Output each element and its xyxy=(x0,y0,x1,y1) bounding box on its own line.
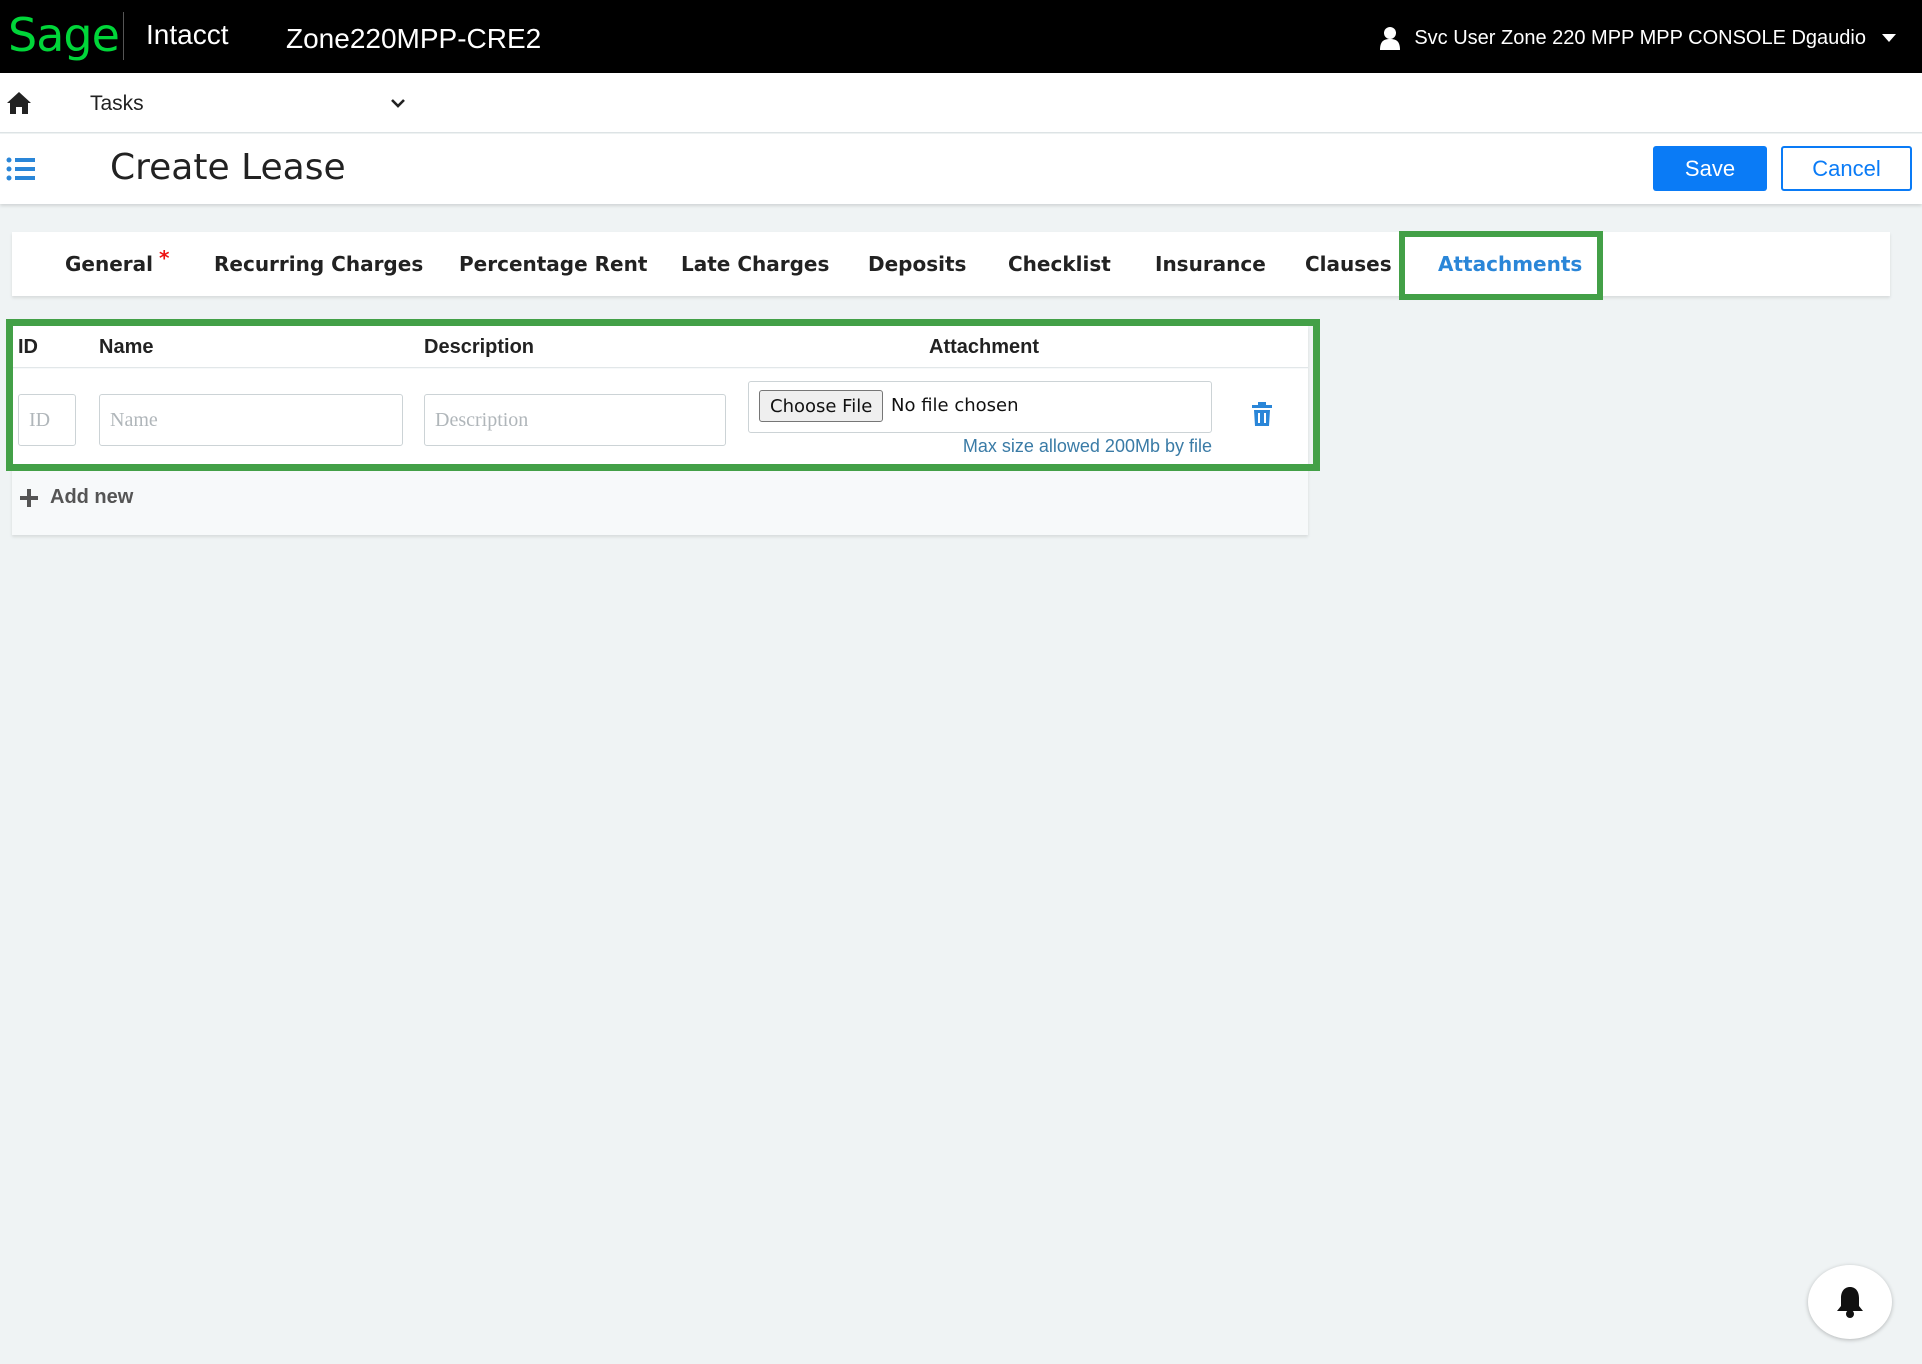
id-input[interactable] xyxy=(18,394,76,446)
logo-divider xyxy=(123,12,124,60)
home-icon[interactable] xyxy=(6,91,32,115)
user-icon xyxy=(1380,27,1401,50)
company-name[interactable]: Zone220MPP-CRE2 xyxy=(286,22,541,56)
attachments-panel: ID Name Description Attachment Choose Fi… xyxy=(12,326,1308,535)
add-new-button[interactable]: Add new xyxy=(20,486,133,509)
user-name: Svc User Zone 220 MPP MPP CONSOLE Dgaudi… xyxy=(1414,26,1866,49)
page-title: Create Lease xyxy=(110,147,346,188)
name-input[interactable] xyxy=(99,394,403,446)
choose-file-button[interactable]: Choose File xyxy=(759,390,884,422)
user-menu[interactable]: Svc User Zone 220 MPP MPP CONSOLE Dgaudi… xyxy=(1380,24,1896,52)
nav-bar: Tasks xyxy=(0,73,1922,133)
column-header-description: Description xyxy=(424,336,535,358)
sage-logo[interactable]: Sage xyxy=(8,4,120,66)
tab-percentage-rent[interactable]: Percentage Rent xyxy=(459,232,647,296)
save-button[interactable]: Save xyxy=(1653,146,1767,191)
notifications-button[interactable] xyxy=(1808,1265,1892,1339)
bell-icon xyxy=(1837,1287,1863,1318)
file-status: No file chosen xyxy=(891,395,1019,416)
tab-checklist[interactable]: Checklist xyxy=(1008,232,1111,296)
cancel-button[interactable]: Cancel xyxy=(1781,146,1912,191)
column-header-name: Name xyxy=(99,336,154,358)
product-name: Intacct xyxy=(146,19,229,50)
tab-bar: General * Recurring Charges Percentage Re… xyxy=(12,232,1890,296)
tab-insurance[interactable]: Insurance xyxy=(1155,232,1266,296)
required-marker: * xyxy=(159,246,170,270)
file-input[interactable]: Choose File No file chosen xyxy=(748,381,1212,433)
top-bar: Sage Intacct Zone220MPP-CRE2 Svc User Zo… xyxy=(0,0,1922,73)
attachments-table-header: ID Name Description Attachment xyxy=(12,326,1308,368)
add-new-label: Add new xyxy=(50,486,134,508)
tab-deposits[interactable]: Deposits xyxy=(868,232,966,296)
chevron-down-icon[interactable] xyxy=(390,95,406,111)
description-input[interactable] xyxy=(424,394,726,446)
tab-recurring-charges[interactable]: Recurring Charges xyxy=(214,232,423,296)
tab-clauses[interactable]: Clauses xyxy=(1305,232,1392,296)
tab-general[interactable]: General * xyxy=(65,232,169,296)
column-header-id: ID xyxy=(18,336,38,358)
trash-icon[interactable] xyxy=(1252,402,1272,426)
page-header: Create Lease Save Cancel xyxy=(0,134,1922,204)
max-size-note: Max size allowed 200Mb by file xyxy=(962,436,1212,456)
tab-attachments[interactable]: Attachments xyxy=(1438,232,1582,296)
tasks-menu[interactable]: Tasks xyxy=(90,92,144,116)
tab-label: General xyxy=(65,252,153,276)
table-row: Choose File No file chosen Max size allo… xyxy=(12,369,1308,465)
column-header-attachment: Attachment xyxy=(929,336,1040,358)
plus-icon xyxy=(20,488,38,507)
list-icon[interactable] xyxy=(6,156,36,182)
caret-down-icon xyxy=(1882,34,1896,42)
tab-late-charges[interactable]: Late Charges xyxy=(681,232,829,296)
